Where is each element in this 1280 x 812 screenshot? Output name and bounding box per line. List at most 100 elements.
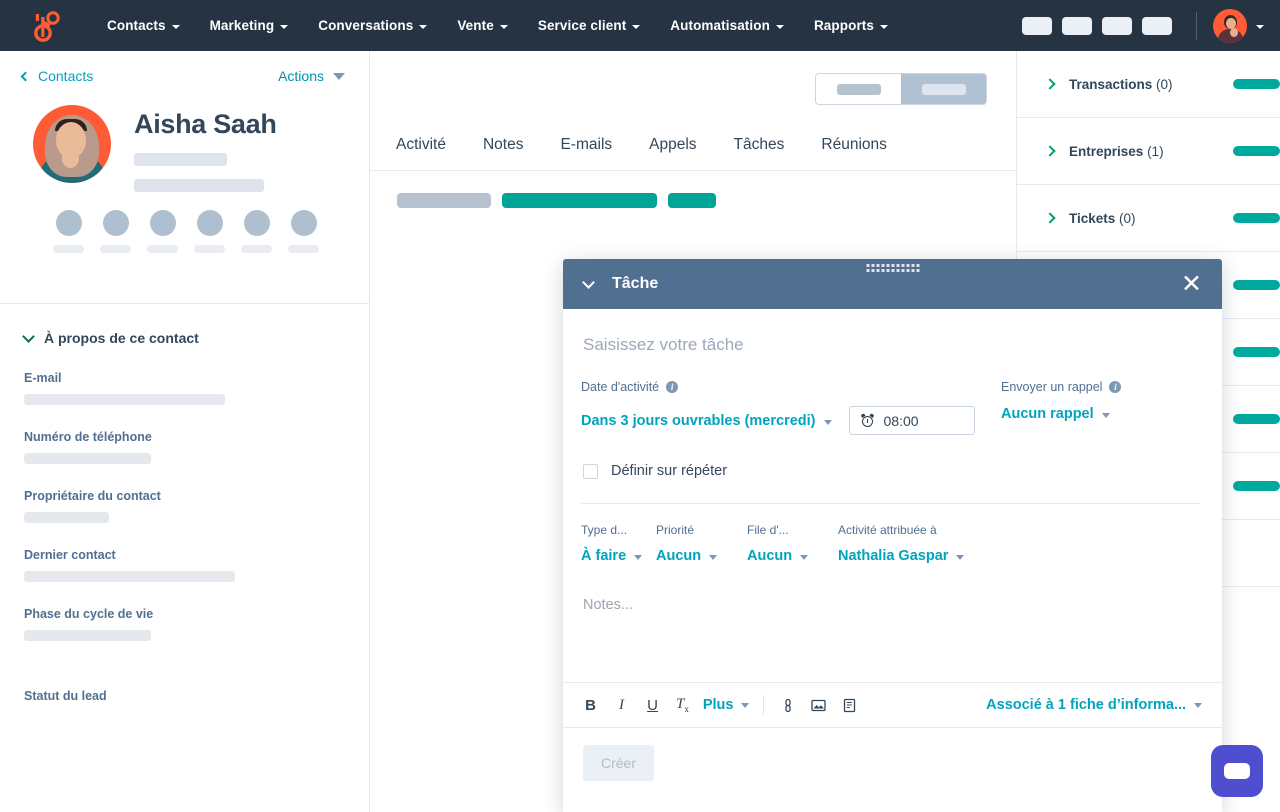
property-label: Phase du cycle de vie: [24, 607, 369, 621]
right-section-transactions[interactable]: Transactions (0): [1017, 51, 1280, 118]
filter-chip-placeholder[interactable]: [397, 193, 491, 208]
drag-handle-icon[interactable]: [866, 264, 919, 272]
create-task-button[interactable]: Créer: [583, 745, 654, 781]
info-icon[interactable]: i: [1109, 381, 1121, 393]
quick-action-item[interactable]: [186, 210, 233, 253]
right-section-action-placeholder[interactable]: [1233, 79, 1280, 89]
italic-button[interactable]: I: [614, 697, 629, 714]
right-section-action-placeholder[interactable]: [1233, 414, 1280, 424]
filter-chip-active[interactable]: [502, 193, 657, 208]
property-label: Dernier contact: [24, 548, 369, 562]
associated-records-dropdown[interactable]: Associé à 1 fiche d’informa...: [986, 697, 1202, 713]
info-icon[interactable]: i: [666, 381, 678, 393]
property-phone: Numéro de téléphone: [0, 430, 369, 464]
nav-action-chip-3[interactable]: [1102, 17, 1132, 35]
reminder-label: Envoyer un rappel i: [1001, 380, 1121, 394]
view-toggle-option-right[interactable]: [901, 74, 986, 104]
property-value-placeholder[interactable]: [24, 394, 225, 405]
repeat-checkbox[interactable]: [583, 464, 598, 479]
property-owner: Propriétaire du contact: [0, 489, 369, 523]
property-label: Statut du lead: [24, 689, 369, 703]
nav-item-service-client[interactable]: Service client: [523, 18, 655, 33]
quick-action-label-placeholder: [147, 245, 178, 253]
nav-action-chip-1[interactable]: [1022, 17, 1052, 35]
right-section-action-placeholder[interactable]: [1233, 347, 1280, 357]
chevron-down-icon[interactable]: [582, 276, 595, 289]
underline-button[interactable]: U: [645, 697, 660, 714]
toggle-label-placeholder: [922, 84, 966, 95]
chevron-down-icon: [741, 703, 749, 708]
link-icon[interactable]: [779, 697, 796, 714]
image-icon[interactable]: [810, 697, 827, 714]
reminder-dropdown[interactable]: Aucun rappel: [1001, 406, 1110, 422]
task-title-input[interactable]: Saisissez votre tâche: [563, 309, 1222, 355]
filter-chip-secondary[interactable]: [668, 193, 716, 208]
due-date-group: Date d'activité i Dans 3 jours ouvrables…: [581, 380, 1001, 435]
nav-action-chip-4[interactable]: [1142, 17, 1172, 35]
property-last-contact: Dernier contact: [0, 548, 369, 582]
task-modal-body: Saisissez votre tâche Date d'activité i …: [563, 309, 1222, 812]
property-label: Numéro de téléphone: [24, 430, 369, 444]
nav-action-chip-2[interactable]: [1062, 17, 1092, 35]
tab-reunions[interactable]: Réunions: [821, 136, 887, 154]
tab-activite[interactable]: Activité: [396, 136, 446, 154]
due-date-dropdown[interactable]: Dans 3 jours ouvrables (mercredi): [581, 413, 832, 429]
actions-dropdown[interactable]: Actions: [278, 68, 345, 84]
right-section-entreprises[interactable]: Entreprises (1): [1017, 118, 1280, 185]
quick-action-label-placeholder: [194, 245, 225, 253]
property-value: Aucun: [747, 548, 838, 564]
right-section-action-placeholder[interactable]: [1233, 481, 1280, 491]
hubspot-logo-icon[interactable]: [22, 9, 68, 43]
document-icon[interactable]: [841, 697, 858, 714]
nav-item-marketing[interactable]: Marketing: [195, 18, 304, 33]
chat-bubble-icon: [1224, 763, 1250, 779]
nav-item-rapports[interactable]: Rapports: [799, 18, 903, 33]
chevron-down-icon: [22, 330, 35, 343]
task-type-dropdown[interactable]: À faire: [581, 548, 642, 564]
property-value-placeholder[interactable]: [24, 571, 235, 582]
nav-item-contacts[interactable]: Contacts: [92, 18, 195, 33]
phone-icon: [150, 210, 176, 236]
property-value-placeholder[interactable]: [24, 630, 151, 641]
contact-avatar[interactable]: [33, 105, 111, 183]
quick-action-item[interactable]: [280, 210, 327, 253]
property-value-placeholder[interactable]: [24, 512, 109, 523]
task-notes-input[interactable]: Notes...: [563, 564, 1222, 613]
more-formatting-dropdown[interactable]: Plus: [703, 697, 750, 713]
quick-action-item[interactable]: [233, 210, 280, 253]
assignee-dropdown[interactable]: Nathalia Gaspar: [838, 548, 964, 564]
tab-appels[interactable]: Appels: [649, 136, 696, 154]
chevron-down-icon[interactable]: [1256, 25, 1264, 29]
priority-dropdown[interactable]: Aucun: [656, 548, 717, 564]
nav-item-automatisation[interactable]: Automatisation: [655, 18, 799, 33]
chevron-right-icon: [1044, 145, 1055, 156]
meeting-icon: [244, 210, 270, 236]
right-section-action-placeholder[interactable]: [1233, 213, 1280, 223]
nav-item-conversations[interactable]: Conversations: [303, 18, 442, 33]
quick-action-item[interactable]: [139, 210, 186, 253]
clear-formatting-button[interactable]: Tx: [676, 696, 689, 714]
quick-action-label-placeholder: [241, 245, 272, 253]
queue-dropdown[interactable]: Aucun: [747, 548, 808, 564]
property-label: Activité attribuée à: [838, 523, 964, 537]
chat-widget-button[interactable]: [1211, 745, 1263, 797]
property-value-placeholder[interactable]: [24, 453, 151, 464]
quick-action-item[interactable]: [92, 210, 139, 253]
right-section-action-placeholder[interactable]: [1233, 280, 1280, 290]
right-section-label: Transactions (0): [1069, 77, 1173, 92]
tab-taches[interactable]: Tâches: [734, 136, 785, 154]
bold-button[interactable]: B: [583, 697, 598, 714]
right-section-tickets[interactable]: Tickets (0): [1017, 185, 1280, 252]
right-section-action-placeholder[interactable]: [1233, 146, 1280, 156]
due-date-value-row: Dans 3 jours ouvrables (mercredi) 08:00: [581, 406, 1001, 435]
view-toggle-option-left[interactable]: [816, 74, 901, 104]
quick-action-item[interactable]: [45, 210, 92, 253]
due-time-input[interactable]: 08:00: [849, 406, 975, 435]
avatar[interactable]: [1213, 9, 1247, 43]
tab-notes[interactable]: Notes: [483, 136, 524, 154]
about-section-toggle[interactable]: À propos de ce contact: [0, 330, 369, 346]
tab-emails[interactable]: E-mails: [560, 136, 612, 154]
close-icon[interactable]: ✕: [1181, 272, 1202, 297]
nav-item-vente[interactable]: Vente: [442, 18, 523, 33]
back-to-contacts-link[interactable]: Contacts: [22, 68, 93, 84]
